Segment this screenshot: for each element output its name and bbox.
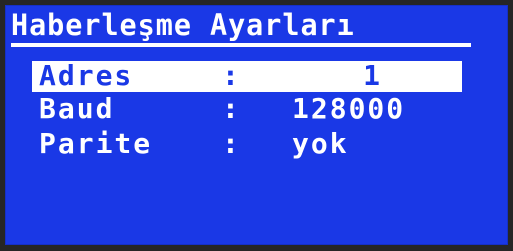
menu-item-value: yok [292,127,349,160]
title-underline [11,43,471,47]
menu-item-parite[interactable]: Parite : yok [32,129,462,160]
screen-title: Haberleşme Ayarları [11,8,355,42]
menu-item-adres[interactable]: Adres : 1 [32,61,462,92]
display-bezel: Haberleşme Ayarları Adres : 1 Baud : 128… [0,0,513,251]
menu-item-separator: : [222,59,241,92]
menu-item-separator: : [222,127,241,160]
menu-item-value: 1 [363,59,382,92]
menu-item-label: Baud [39,92,115,125]
menu-item-label: Parite [39,127,153,160]
lcd-screen: Haberleşme Ayarları Adres : 1 Baud : 128… [5,5,508,245]
menu-item-baud[interactable]: Baud : 128000 [32,94,462,125]
menu-item-value: 128000 [292,92,406,125]
menu-item-separator: : [222,92,241,125]
menu-item-label: Adres [39,59,134,92]
